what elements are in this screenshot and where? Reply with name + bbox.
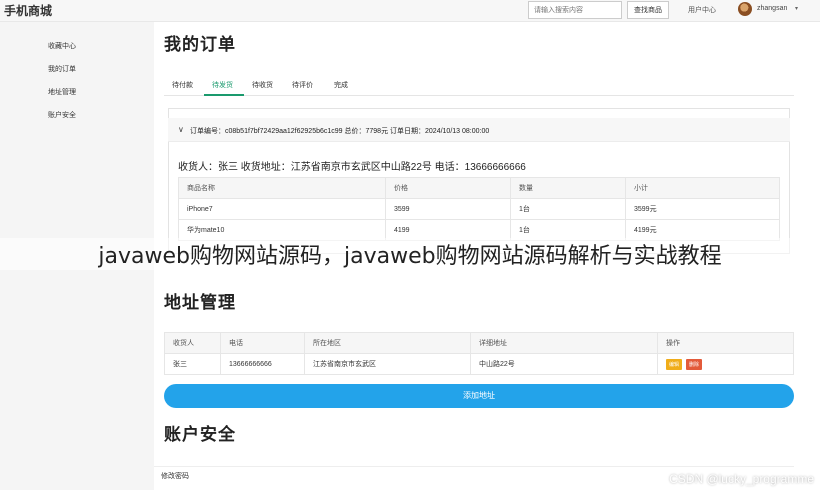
username[interactable]: zhangsan [757,5,787,12]
address-title: 地址管理 [164,293,236,312]
tab-pending-payment[interactable]: 待付款 [172,80,193,90]
tab-completed[interactable]: 完成 [334,80,348,90]
cell-actions: 编辑 删除 [657,353,794,375]
column-header: 价格 [385,177,511,199]
table-row: 张三 13666666666 江苏省南京市玄武区 中山路22号 编辑 删除 [164,353,794,375]
account-title: 账户安全 [164,425,236,444]
tab-pending-review[interactable]: 待评价 [292,80,313,90]
column-header: 电话 [220,332,305,354]
cell-detail: 中山路22号 [470,353,658,375]
user-center-link[interactable]: 用户中心 [688,5,716,15]
sidebar-item-security[interactable]: 账户安全 [48,110,76,120]
cell-product: iPhone7 [178,198,386,220]
avatar[interactable] [738,2,752,16]
chevron-down-icon[interactable]: ∨ [178,125,184,134]
column-header: 详细地址 [470,332,658,354]
column-header: 所在地区 [304,332,471,354]
site-logo[interactable]: 手机商城 [4,2,52,19]
column-header: 商品名称 [178,177,386,199]
order-items-table: 商品名称 价格 数量 小计 iPhone7 3599 1台 3599元 华为ma… [178,177,780,241]
search-button[interactable]: 查找商品 [627,1,669,19]
column-header: 小计 [625,177,780,199]
change-password-link[interactable]: 修改密码 [161,471,189,481]
search-input[interactable] [528,1,622,19]
watermark: CSDN @lucky_programme [669,472,814,486]
tab-pending-receipt[interactable]: 待收货 [252,80,273,90]
delete-address-button[interactable]: 删除 [686,358,703,370]
receiver-info: 收货人：张三 收货地址：江苏省南京市玄武区中山路22号 电话：136666666… [178,162,526,173]
sidebar-item-orders[interactable]: 我的订单 [48,64,76,74]
cell-name: 张三 [164,353,221,375]
chevron-down-icon[interactable]: ▾ [795,5,798,12]
column-header: 操作 [657,332,794,354]
order-info: 订单编号：c08b51f7bf72429aa12f62925b6c1c99 总价… [190,128,490,135]
table-header-row: 商品名称 价格 数量 小计 [178,177,780,199]
column-header: 数量 [510,177,626,199]
address-table: 收货人 电话 所在地区 详细地址 操作 张三 13666666666 江苏省南京… [164,332,794,375]
column-header: 收货人 [164,332,221,354]
sidebar-item-address[interactable]: 地址管理 [48,87,76,97]
cell-price: 3599 [385,198,511,220]
cell-phone: 13666666666 [220,353,305,375]
edit-address-button[interactable]: 编辑 [666,358,683,370]
cell-qty: 1台 [510,198,626,220]
overlay-caption: javaweb购物网站源码，javaweb购物网站源码解析与实战教程 [0,238,820,270]
sidebar-item-favorites[interactable]: 收藏中心 [48,41,76,51]
cell-subtotal: 3599元 [625,198,780,220]
tab-pending-shipment[interactable]: 待发货 [212,80,233,90]
cell-region: 江苏省南京市玄武区 [304,353,471,375]
table-header-row: 收货人 电话 所在地区 详细地址 操作 [164,332,794,354]
add-address-button[interactable]: 添加地址 [164,384,794,408]
orders-title: 我的订单 [164,35,236,54]
table-row: iPhone7 3599 1台 3599元 [178,198,780,220]
active-tab-indicator [204,94,244,96]
